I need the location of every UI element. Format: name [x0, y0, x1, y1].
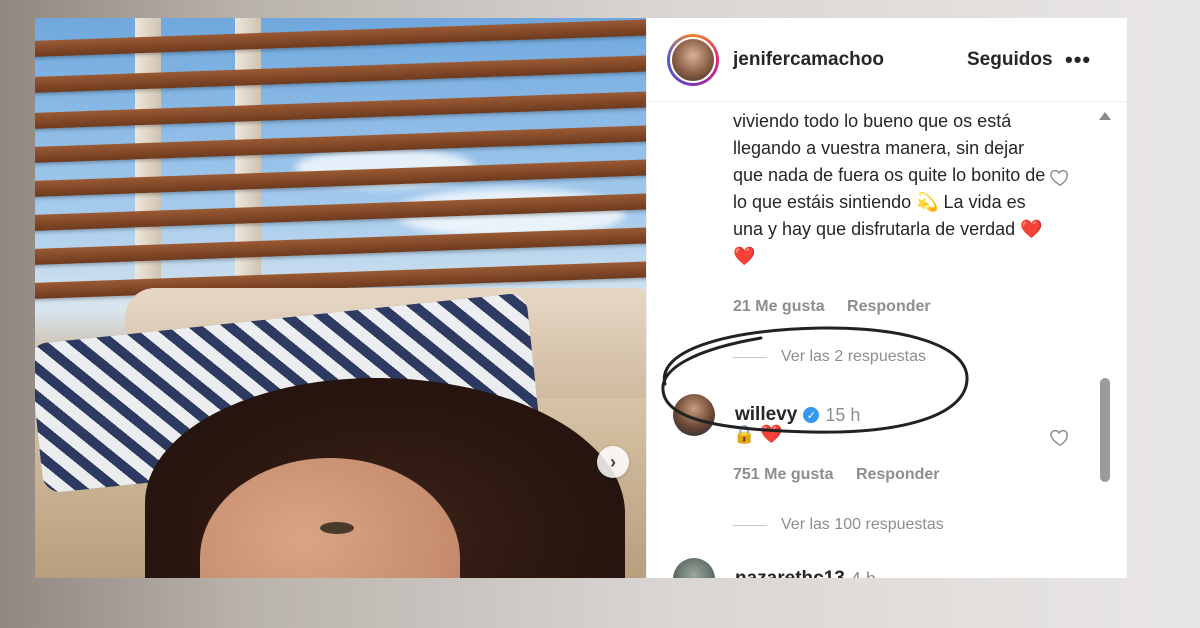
- like-count[interactable]: 751 Me gusta: [733, 466, 833, 483]
- like-count[interactable]: 21 Me gusta: [733, 298, 825, 315]
- comment-meta: 751 Me gusta Responder: [733, 466, 958, 484]
- pergola-slat: [35, 53, 646, 95]
- comment-header: nazarethc13 4 h: [673, 558, 876, 578]
- following-button[interactable]: Seguidos: [967, 49, 1053, 71]
- comment-meta: 21 Me gusta Responder: [733, 298, 949, 316]
- eye: [320, 522, 354, 534]
- view-replies-link[interactable]: Ver las 100 respuestas: [733, 516, 944, 534]
- heart-outline-icon[interactable]: [1049, 166, 1071, 188]
- commenter-username[interactable]: willevy: [735, 404, 797, 426]
- comment-time: 15 h: [825, 404, 861, 425]
- next-photo-button[interactable]: ›: [597, 446, 629, 478]
- scrollbar[interactable]: [1099, 102, 1111, 578]
- author-avatar[interactable]: [667, 33, 719, 86]
- pergola-slat: [35, 89, 646, 131]
- scroll-thumb[interactable]: [1100, 378, 1110, 482]
- chevron-right-icon: ›: [610, 451, 616, 472]
- pergola-post: [135, 18, 161, 318]
- reply-link[interactable]: Responder: [847, 298, 931, 315]
- author-username[interactable]: jenifercamachoo: [733, 49, 884, 71]
- post-header: jenifercamachoo Seguidos •••: [647, 18, 1127, 102]
- comments-panel: jenifercamachoo Seguidos ••• viviendo to…: [646, 18, 1127, 578]
- heart-outline-icon[interactable]: [1049, 426, 1071, 448]
- divider-line: [733, 524, 767, 526]
- reply-link[interactable]: Responder: [856, 466, 940, 483]
- view-replies-label: Ver las 2 respuestas: [781, 348, 926, 365]
- view-replies-label: Ver las 100 respuestas: [781, 516, 944, 533]
- comment-text: viviendo todo lo bueno que os está llega…: [733, 111, 1046, 266]
- instagram-post-window: › jenifercamachoo Seguidos ••• viviendo …: [35, 18, 1127, 578]
- verified-badge-icon: ✓: [803, 407, 820, 423]
- more-options-icon[interactable]: •••: [1065, 47, 1091, 73]
- pergola-slat: [35, 18, 646, 59]
- comment-text: 🔒 ❤️: [733, 424, 783, 444]
- scroll-up-arrow-icon[interactable]: [1099, 112, 1111, 120]
- commenter-username[interactable]: nazarethc13: [735, 568, 845, 578]
- commenter-avatar[interactable]: [673, 558, 715, 578]
- commenter-avatar[interactable]: [673, 394, 715, 436]
- post-photo: ›: [35, 18, 646, 578]
- comment-time: 4 h: [851, 569, 876, 579]
- divider-line: [733, 356, 767, 358]
- pergola-slat: [35, 225, 646, 267]
- comments-list: viviendo todo lo bueno que os está llega…: [647, 102, 1127, 578]
- view-replies-link[interactable]: Ver las 2 respuestas: [733, 348, 926, 366]
